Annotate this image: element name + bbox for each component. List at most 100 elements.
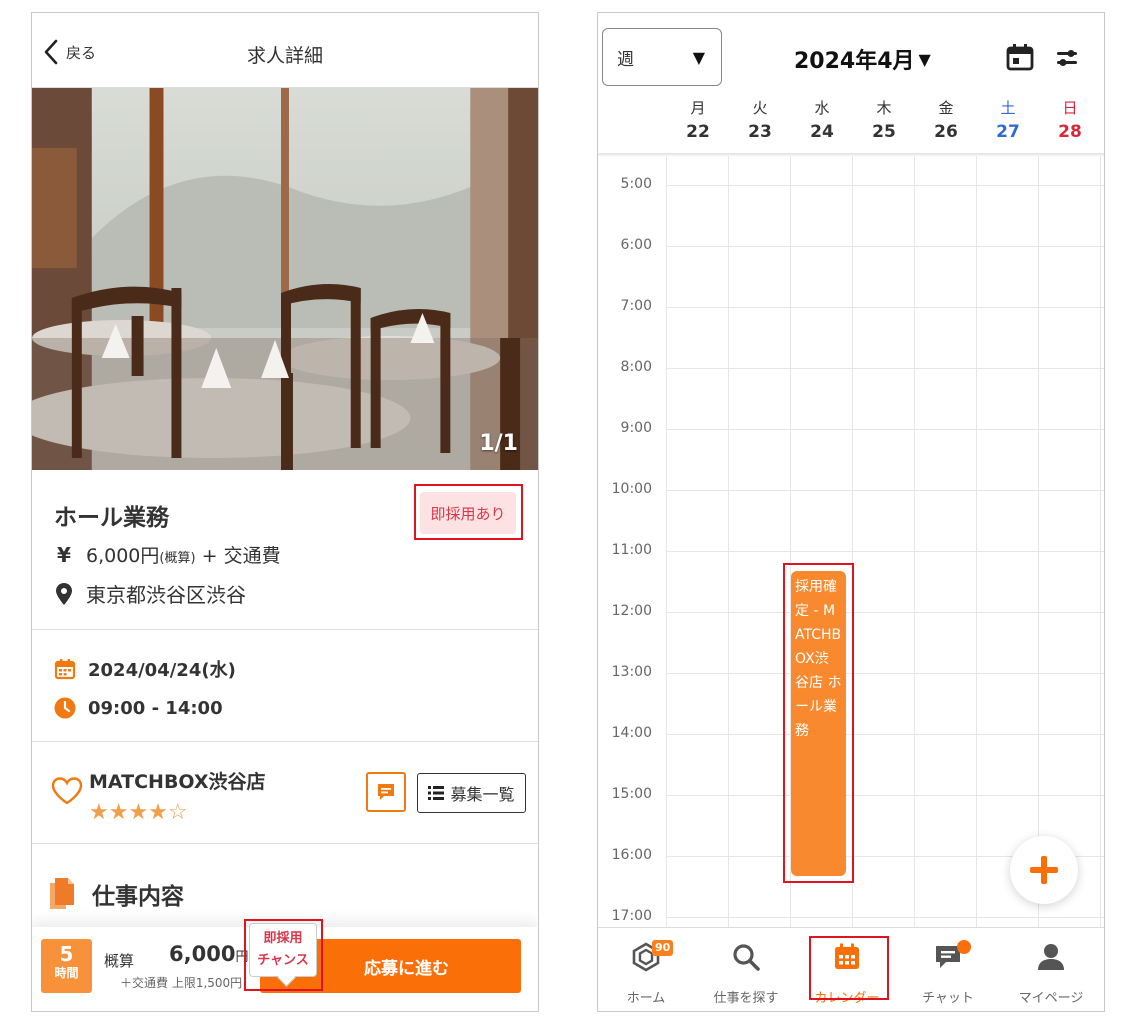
time-label: 7:00: [620, 298, 652, 314]
wage-text: 6,000円(概算) + 交通費: [86, 545, 281, 567]
location-text: 東京都渋谷区渋谷: [86, 583, 246, 607]
job-list-label: 募集一覧: [450, 785, 515, 804]
grid-column-line: [914, 156, 915, 927]
document-icon: [50, 878, 74, 909]
date-row: 2024/04/24(水): [54, 656, 236, 682]
grid-column-line: [728, 156, 729, 927]
tab-home[interactable]: 90 ホーム: [598, 928, 696, 1011]
day-number: 26: [934, 122, 958, 142]
time-label: 16:00: [611, 847, 652, 863]
day-number: 22: [686, 122, 710, 142]
highlight-box: [809, 936, 889, 1000]
day-header[interactable]: 土 27: [983, 98, 1033, 146]
time-label: 10:00: [611, 481, 652, 497]
grid-column-line: [666, 156, 667, 927]
map-pin-icon: [54, 582, 74, 605]
calendar-icon: [54, 659, 76, 680]
day-of-week: 月: [690, 99, 706, 117]
approx-label: 概算: [104, 952, 135, 970]
list-icon: [428, 786, 445, 800]
rating-stars: ★★★★☆: [89, 800, 188, 825]
chat-button[interactable]: [366, 772, 406, 812]
day-of-week: 金: [938, 99, 954, 117]
heart-icon[interactable]: [51, 776, 83, 806]
highlight-box: [244, 919, 323, 991]
day-header[interactable]: 水 24: [797, 98, 847, 146]
day-header[interactable]: 木 25: [859, 98, 909, 146]
highlight-box: [414, 484, 523, 540]
day-header[interactable]: 日 28: [1045, 98, 1095, 146]
day-of-week: 水: [814, 99, 830, 117]
time-label: 8:00: [620, 359, 652, 375]
day-number: 25: [872, 122, 896, 142]
tab-chat[interactable]: チャット: [898, 928, 998, 1011]
search-icon: [733, 944, 760, 971]
restaurant-photo: [32, 88, 538, 470]
time-label: 14:00: [611, 725, 652, 741]
filter-settings-icon[interactable]: [1056, 47, 1078, 69]
day-of-week: 火: [752, 99, 768, 117]
view-mode-select[interactable]: 週 ▼: [602, 28, 722, 86]
calendar-today-icon[interactable]: [1006, 43, 1034, 71]
week-time-grid[interactable]: 採用確定 - MATCHBOX渋谷店 ホール業務 5:00 6:00 7:00 8:0…: [598, 156, 1104, 927]
image-counter: 1/1: [479, 431, 518, 456]
time-label: 12:00: [611, 603, 652, 619]
time-label: 9:00: [620, 420, 652, 436]
work-date: 2024/04/24(水): [88, 660, 236, 681]
add-event-button[interactable]: [1010, 836, 1078, 904]
day-number: 24: [810, 122, 834, 142]
highlight-box: [783, 563, 854, 883]
time-label: 15:00: [611, 786, 652, 802]
tab-label: ホーム: [626, 991, 666, 1006]
month-title: 2024年4月: [794, 49, 915, 74]
day-header[interactable]: 金 26: [921, 98, 971, 146]
tab-mypage[interactable]: マイページ: [1001, 928, 1101, 1011]
section-title: 仕事内容: [92, 884, 184, 910]
time-label: 5:00: [620, 176, 652, 192]
hours-badge: 5 時間: [41, 939, 92, 993]
plus-icon: [1030, 856, 1058, 884]
wage-row: ¥ 6,000円(概算) + 交通費: [54, 541, 281, 568]
divider: [32, 629, 538, 630]
tab-label: 仕事を探す: [713, 991, 779, 1006]
time-label: 17:00: [611, 908, 652, 924]
time-row: 09:00 - 14:00: [54, 697, 223, 719]
notification-dot: [957, 940, 971, 954]
job-title: ホール業務: [54, 505, 169, 531]
clock-icon: [54, 697, 76, 719]
approx-amount: 6,000円: [169, 942, 249, 966]
location-row: 東京都渋谷区渋谷: [54, 579, 246, 608]
section-header: 仕事内容: [48, 877, 184, 911]
day-of-week: 日: [1062, 99, 1078, 117]
tab-label: マイページ: [1018, 991, 1084, 1006]
yen-icon: ¥: [57, 542, 71, 567]
bottom-tab-bar: 90 ホーム 仕事を探す カレンダー チャット マイページ: [598, 927, 1104, 1011]
chat-icon: [378, 784, 394, 800]
time-label: 11:00: [611, 542, 652, 558]
day-number: 23: [748, 122, 772, 142]
transport-note: ＋交通費 上限1,500円: [120, 976, 243, 990]
time-label: 13:00: [611, 664, 652, 680]
day-header[interactable]: 火 23: [735, 98, 785, 146]
page-title: 求人詳細: [246, 45, 323, 67]
divider: [32, 741, 538, 742]
view-mode-value: 週: [617, 49, 634, 70]
user-icon: [1038, 944, 1064, 970]
job-list-button[interactable]: 募集一覧: [417, 773, 526, 813]
day-number: 27: [996, 122, 1020, 142]
month-selector[interactable]: 2024年4月 ▼: [794, 43, 931, 75]
work-time: 09:00 - 14:00: [88, 697, 223, 719]
tab-search[interactable]: 仕事を探す: [696, 928, 796, 1011]
day-header[interactable]: 月 22: [673, 98, 723, 146]
grid-column-line: [976, 156, 977, 927]
grid-column-line: [1100, 156, 1101, 927]
tab-label: チャット: [922, 991, 974, 1006]
day-number: 28: [1058, 122, 1082, 142]
job-detail-screen: 戻る 求人詳細 1/1 ホール業務 即採用あり ¥ 6,000円(概算) + 交…: [31, 12, 539, 1012]
calendar-screen: 週 ▼ 2024年4月 ▼ 月 22 火 23 水 24 木 25 金 26 土 27 日 28 採用確定…: [597, 12, 1105, 1012]
dropdown-arrow-icon: ▼: [918, 49, 931, 69]
header: 戻る 求人詳細: [32, 13, 538, 88]
notification-count-badge: 90: [652, 940, 674, 956]
day-of-week: 木: [876, 99, 892, 117]
job-photo[interactable]: 1/1: [32, 88, 538, 470]
